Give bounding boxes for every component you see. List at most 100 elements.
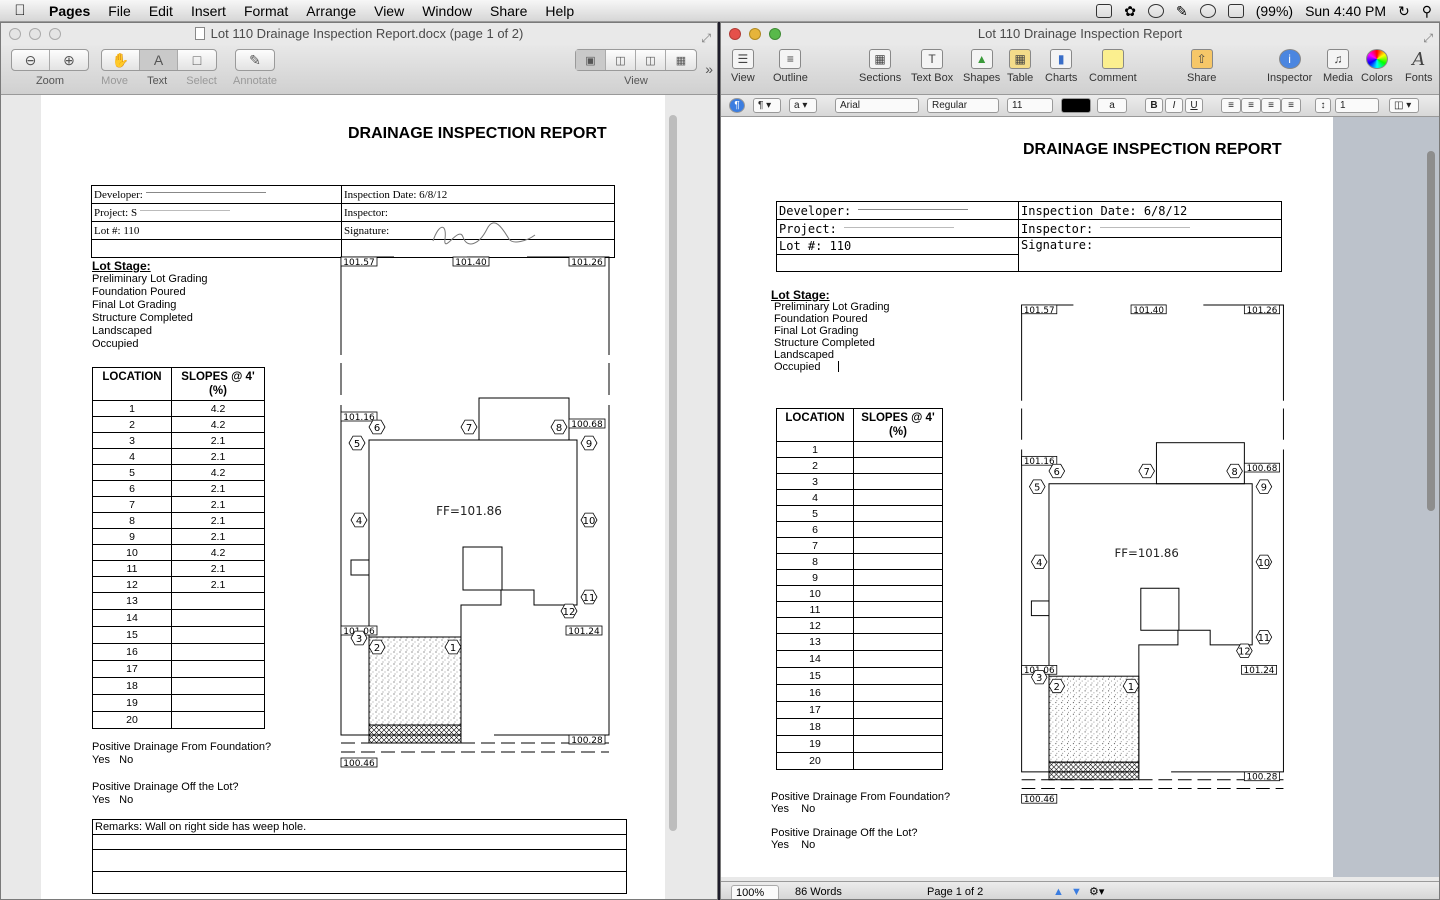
media-button[interactable]: ♫ Media [1323, 49, 1353, 84]
gear-icon[interactable]: ⚙▾ [1089, 885, 1104, 899]
preview-toolbar: ⊖ ⊕ Zoom ✋ A □ Move Text Select ✎ Annotate… [1, 45, 717, 95]
wifi-icon[interactable] [1199, 4, 1216, 18]
underline-button[interactable]: U [1185, 98, 1203, 113]
annotate-pen-icon[interactable]: ✎ [236, 50, 274, 70]
font-family-popup[interactable]: Arial [835, 98, 919, 113]
lot-cell: Lot #: 110 [91, 221, 342, 240]
toolbar-overflow-icon[interactable]: » [705, 61, 713, 77]
line-spacing-field[interactable]: 1 [1335, 98, 1379, 113]
location-cell: 11 [92, 560, 172, 577]
search-icon[interactable]: ⚲ [1422, 3, 1432, 20]
apple-menu-icon[interactable]:  [0, 2, 40, 19]
drainage-point-label: 3 [356, 634, 362, 645]
pen-icon[interactable]: ✎ [1176, 3, 1188, 20]
charts-button[interactable]: ▮ Charts [1045, 49, 1077, 84]
vertical-scrollbar[interactable] [1427, 151, 1435, 511]
inspector-button[interactable]: i Inspector [1267, 49, 1312, 84]
paw-icon[interactable]: ✿ [1124, 3, 1136, 20]
bold-button[interactable]: B [1145, 98, 1163, 113]
menu-arrange[interactable]: Arrange [297, 0, 365, 22]
battery-percent[interactable]: (99%) [1256, 3, 1293, 19]
select-tool-icon[interactable]: □ [178, 50, 216, 70]
cloud-icon[interactable] [1147, 4, 1164, 18]
word-count[interactable]: 86 Words [795, 885, 842, 899]
zoom-in-icon[interactable]: ⊕ [50, 50, 88, 70]
menu-insert[interactable]: Insert [182, 0, 235, 22]
line-spacing-icon[interactable]: ↕ [1315, 98, 1331, 113]
menu-edit[interactable]: Edit [140, 0, 182, 22]
text-color-well[interactable] [1061, 98, 1091, 113]
share-button[interactable]: ⇧ Share [1187, 49, 1216, 84]
slope-cell [853, 752, 943, 770]
vertical-scrollbar[interactable] [669, 115, 677, 831]
character-style-popup[interactable]: a ▾ [789, 98, 817, 113]
zoom-button[interactable] [49, 28, 61, 40]
clock[interactable]: Sun 4:40 PM [1305, 3, 1386, 19]
location-cell: 2 [776, 457, 854, 474]
location-cell: 4 [776, 489, 854, 506]
document-page[interactable]: DRAINAGE INSPECTION REPORT Developer: In… [721, 117, 1333, 877]
previous-page-icon[interactable]: ▲ [1053, 885, 1064, 899]
slope-cell: 4.2 [171, 464, 265, 481]
driveway-apron [1048, 761, 1140, 781]
pages-window: Lot 110 Drainage Inspection Report ⤢ ☰ Vi… [720, 22, 1440, 900]
menu-share[interactable]: Share [481, 0, 536, 22]
sync-icon[interactable]: ↻ [1398, 3, 1410, 20]
highlight-color-well[interactable]: a [1097, 98, 1127, 113]
preview-titlebar: Lot 110 Drainage Inspection Report.docx … [1, 23, 717, 45]
zoom-popup[interactable]: 100% [731, 885, 779, 899]
slope-cell: 4.2 [171, 544, 265, 561]
next-page-icon[interactable]: ▼ [1071, 885, 1082, 899]
battery-icon[interactable] [1227, 4, 1244, 18]
table-row: 10 4.2 [92, 544, 265, 561]
redaction-mark [145, 191, 266, 196]
sections-button[interactable]: ▦ Sections [859, 49, 901, 84]
annotate-control[interactable]: ✎ [235, 49, 276, 71]
menu-app[interactable]: Pages [40, 0, 99, 22]
table-button[interactable]: ▦ Table [1007, 49, 1033, 84]
italic-button[interactable]: I [1165, 98, 1183, 113]
menu-format[interactable]: Format [235, 0, 297, 22]
view-contact-sheet-icon[interactable]: ▦ [666, 50, 696, 70]
minimize-button[interactable] [749, 28, 761, 40]
remarks-table: Remarks: Wall on right side has weep hol… [92, 819, 627, 894]
close-button[interactable] [729, 28, 741, 40]
paragraph-style-popup[interactable]: ¶ ▾ [753, 98, 781, 113]
view-toc-icon[interactable]: ◫ [636, 50, 666, 70]
styles-drawer-icon[interactable]: ¶ [729, 98, 745, 113]
zoom-button[interactable] [769, 28, 781, 40]
shapes-button[interactable]: ▲ Shapes [963, 49, 1000, 84]
menu-help[interactable]: Help [536, 0, 583, 22]
outline-button[interactable]: ≡ Outline [773, 49, 808, 84]
menu-bar:  Pages File Edit Insert Format Arrange … [0, 0, 1440, 22]
screen-icon[interactable] [1096, 4, 1113, 18]
font-size-field[interactable]: 11 [1007, 98, 1053, 113]
view-menu-button[interactable]: ☰ View [731, 49, 755, 84]
text-tool-icon[interactable]: A [140, 50, 178, 70]
slope-cell [171, 660, 265, 678]
view-thumbnails-icon[interactable]: ◫ [606, 50, 636, 70]
close-button[interactable] [9, 28, 21, 40]
menu-file[interactable]: File [99, 0, 140, 22]
fonts-button[interactable]: A Fonts [1405, 49, 1433, 85]
stage-item: Foundation Poured [774, 313, 868, 325]
page-indicator[interactable]: Page 1 of 2 [927, 885, 983, 899]
zoom-out-icon[interactable]: ⊖ [12, 50, 50, 70]
menu-view[interactable]: View [365, 0, 413, 22]
move-hand-icon[interactable]: ✋ [102, 50, 140, 70]
comment-button[interactable]: Comment [1089, 49, 1137, 84]
lot-plan-drawing: FF=101.86 101.57 101.40 101.26 101.16 100.68 1… [1021, 304, 1284, 805]
elevation-label: 101.57 [1024, 306, 1055, 316]
columns-popup[interactable]: ◫ ▾ [1389, 98, 1419, 113]
font-style-popup[interactable]: Regular [927, 98, 999, 113]
align-center-icon[interactable]: ≡ [1241, 98, 1261, 113]
align-right-icon[interactable]: ≡ [1261, 98, 1281, 113]
align-left-icon[interactable]: ≡ [1221, 98, 1241, 113]
colors-button[interactable]: Colors [1361, 49, 1393, 84]
justify-icon[interactable]: ≡ [1281, 98, 1301, 113]
minimize-button[interactable] [29, 28, 41, 40]
view-content-icon[interactable]: ▣ [576, 50, 606, 70]
slope-cell: 4.2 [171, 400, 265, 417]
textbox-button[interactable]: T Text Box [911, 49, 953, 84]
menu-window[interactable]: Window [413, 0, 481, 22]
